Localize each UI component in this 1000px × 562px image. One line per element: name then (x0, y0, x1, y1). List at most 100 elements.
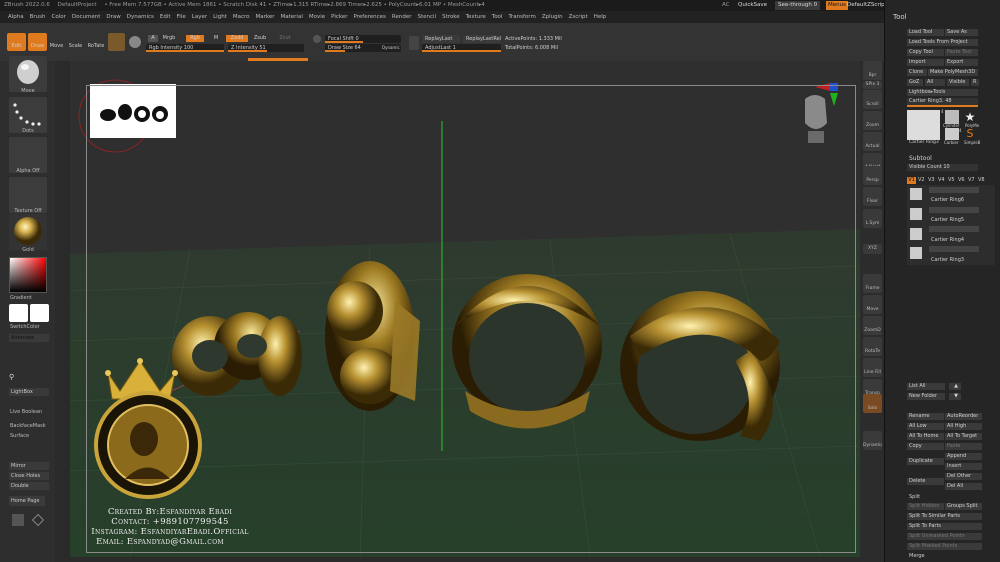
all-button[interactable]: All (925, 79, 945, 86)
arrow-down-icon[interactable]: ▼ (949, 393, 961, 400)
visible-count-slider[interactable]: Visible Count 10 (907, 164, 978, 171)
all-high-button[interactable]: All High (945, 423, 982, 430)
del-all-button[interactable]: Del All (945, 483, 982, 490)
double-button[interactable]: Double (9, 482, 49, 490)
load-tools-from-project-button[interactable]: Load Tools From Project (907, 39, 978, 46)
menu-item[interactable]: Zplugin (542, 11, 563, 23)
menu-item[interactable]: Preferences (354, 11, 386, 23)
subtool-toggle-row[interactable] (929, 226, 979, 232)
search-icon[interactable]: ⚲ (9, 373, 19, 381)
split-hidden-button[interactable]: Split Hidden (907, 503, 944, 510)
delete-button[interactable]: Delete (907, 478, 944, 485)
all-to-target-button[interactable]: All To Target (945, 433, 982, 440)
import-button[interactable]: Import (907, 59, 944, 66)
mirror-button[interactable]: Mirror (9, 462, 49, 470)
menu-item[interactable]: Movie (309, 11, 325, 23)
split-unmasked-button[interactable]: Split Unmasked Points (907, 533, 982, 540)
move-button[interactable]: Move (48, 33, 65, 51)
default-zscript-button[interactable]: DefaultZScript (847, 0, 887, 11)
merge-header[interactable]: Merge (909, 553, 925, 559)
home-page-button[interactable]: Home Page (9, 496, 45, 506)
subtool-toggle-row[interactable] (929, 187, 979, 193)
polymesh-star-icon[interactable]: ★ (963, 110, 977, 124)
list-all-button[interactable]: List All (907, 383, 945, 390)
menu-item[interactable]: Picker (331, 11, 347, 23)
menu-item[interactable]: Material (281, 11, 303, 23)
solo-button[interactable]: Solo (863, 394, 882, 413)
zoom-button[interactable]: Zoom (863, 111, 882, 130)
frame-button[interactable]: Frame (863, 274, 882, 293)
version-v8[interactable]: V8 (978, 177, 985, 183)
append-button[interactable]: Append (945, 453, 982, 460)
tool-thumb-cylinder[interactable] (945, 110, 959, 124)
new-folder-button[interactable]: New Folder (907, 393, 945, 400)
menu-item[interactable]: Document (72, 11, 101, 23)
lightbox-button[interactable]: LightBox (9, 388, 49, 396)
version-v3[interactable]: V3 (928, 177, 935, 183)
tool-thumb-carbier[interactable] (945, 128, 959, 140)
version-v5[interactable]: V5 (948, 177, 955, 183)
rotate-button[interactable]: RoTate (86, 33, 106, 51)
bpr-button[interactable]: Bpr (863, 61, 882, 80)
subtool-header[interactable]: Subtool (909, 155, 932, 162)
version-v6[interactable]: V6 (958, 177, 965, 183)
see-through-slider[interactable]: See-through 0 (775, 1, 821, 10)
zadd-button[interactable]: Zadd (226, 35, 248, 42)
focal-shift-slider[interactable]: Focal Shift 0 (325, 35, 401, 43)
menu-item[interactable]: Brush (30, 11, 46, 23)
subtool-list[interactable]: Cartier Ring6 Cartier Ring5 Cartier Ring… (907, 185, 995, 265)
all-to-home-button[interactable]: All To Home (907, 433, 944, 440)
version-v4[interactable]: V4 (938, 177, 945, 183)
lightbox-tools-button[interactable]: Lightbox▸Tools (907, 89, 978, 96)
menu-item[interactable]: Tool (492, 11, 503, 23)
menu-item[interactable]: Zscript (569, 11, 588, 23)
cube-icon[interactable] (32, 514, 44, 526)
head-gizmo[interactable] (805, 95, 827, 143)
dynamic-label[interactable]: Dynamic (382, 45, 400, 50)
duplicate-button[interactable]: Duplicate (907, 458, 944, 465)
xyz-button[interactable]: XYZ (863, 244, 882, 254)
alternate-button[interactable]: Alternate (9, 334, 49, 342)
adjust-last-slider[interactable]: AdjustLast 1 (422, 44, 501, 52)
lsym-button[interactable]: L.Sym (863, 209, 882, 228)
menus-button[interactable]: Menus (826, 1, 848, 10)
menu-item[interactable]: Layer (192, 11, 207, 23)
surface-button[interactable]: Surface (10, 433, 48, 439)
color-sphere-icon[interactable] (129, 36, 141, 48)
a-toggle[interactable]: A (148, 35, 158, 42)
move-view-button[interactable]: Move (863, 295, 882, 314)
edit-button[interactable]: Edit (7, 33, 26, 51)
menu-item[interactable]: Render (392, 11, 412, 23)
menu-item[interactable]: Help (594, 11, 607, 23)
del-other-button[interactable]: Del Other (945, 473, 982, 480)
menu-item[interactable]: Light (213, 11, 227, 23)
load-tool-button[interactable]: Load Tool (907, 29, 944, 36)
auto-reorder-button[interactable]: AutoReorder (945, 413, 982, 420)
goz-button[interactable]: GoZ (907, 79, 923, 86)
rotate-view-button[interactable]: RotaTe (863, 337, 882, 356)
make-polymesh-button[interactable]: Make PolyMesh3D (928, 69, 978, 76)
backface-mask-button[interactable]: BackfaceMask (10, 423, 48, 429)
material-swatch[interactable] (108, 33, 125, 51)
paste-tool-button[interactable]: Paste Tool (945, 49, 978, 56)
menu-item[interactable]: Stencil (417, 11, 436, 23)
subtool-toggle-row[interactable] (929, 246, 979, 252)
split-masked-button[interactable]: Split Masked Points (907, 543, 982, 550)
version-v1[interactable]: V1 (907, 177, 916, 184)
menu-item[interactable]: Color (52, 11, 66, 23)
copy-tool-button[interactable]: Copy Tool (907, 49, 944, 56)
rgb-button[interactable]: Rgb (186, 35, 204, 42)
clone-button[interactable]: Clone (907, 69, 927, 76)
line-fill-button[interactable]: Line Fill (863, 358, 882, 377)
menu-item[interactable]: Alpha (8, 11, 24, 23)
zoom3d-button[interactable]: ZoomD (863, 316, 882, 335)
subtool-toggle-row[interactable] (929, 207, 979, 213)
replay-last-rel-button[interactable]: ReplayLastRel (463, 35, 501, 43)
dynamic-view-button[interactable]: Dynamic (863, 431, 882, 450)
m-button[interactable]: M (212, 35, 220, 42)
draw-button[interactable]: Draw (28, 33, 47, 51)
persp-button[interactable]: Persp (863, 166, 882, 185)
switch-color-button[interactable]: SwitchColor (10, 324, 48, 330)
z-intensity-slider[interactable]: Z Intensity 51 (228, 44, 304, 52)
menu-item[interactable]: Texture (466, 11, 486, 23)
